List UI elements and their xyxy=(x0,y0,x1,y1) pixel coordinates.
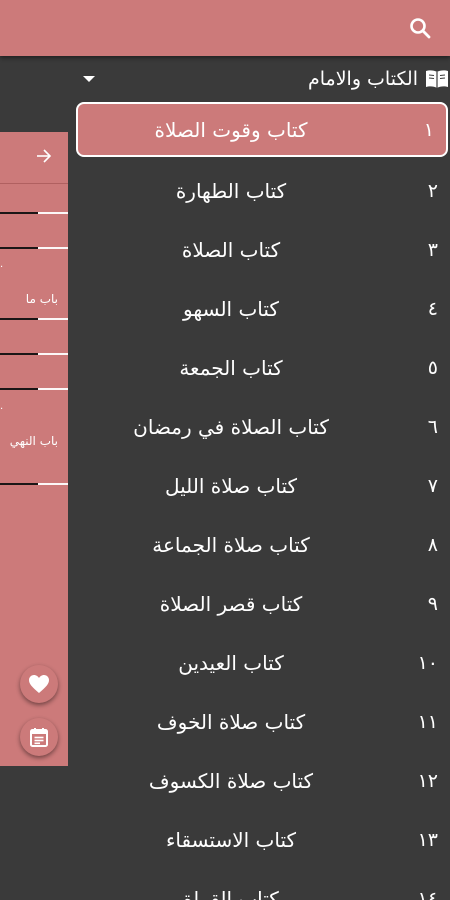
toc-item[interactable]: ٧ كتاب صلاة الليل xyxy=(76,456,450,515)
toc-item-number: ٦ xyxy=(427,415,438,438)
toc-item[interactable]: ٢ كتاب الطهارة xyxy=(76,161,450,220)
toc-item-number: ٥ xyxy=(427,356,438,379)
toc-item[interactable]: ٩ كتاب قصر الصلاة xyxy=(76,574,450,633)
search-button[interactable] xyxy=(404,12,436,44)
toc-item-number: ٧ xyxy=(427,474,438,497)
toc-item-label: كتاب الصلاة xyxy=(181,237,281,262)
toc-item-label: كتاب الجمعة xyxy=(179,355,283,380)
app-bar xyxy=(0,0,450,56)
divider xyxy=(0,388,68,390)
toc-list: ١ كتاب وقوت الصلاة ٢ كتاب الطهارة ٣ كتاب الصل… xyxy=(76,102,450,900)
toc-item-label: كتاب صلاة الجماعة xyxy=(152,532,310,557)
favorite-button[interactable] xyxy=(20,665,58,703)
toc-item-label: كتاب الاستسقاء xyxy=(165,827,297,852)
toc-item-label: كتاب القراة xyxy=(183,886,279,900)
snippet-text: باب ما xyxy=(25,292,58,306)
calendar-icon xyxy=(30,728,48,747)
toc-item-label: كتاب صلاة الليل xyxy=(164,473,298,498)
toc-item-label: كتاب صلاة الكسوف xyxy=(148,768,314,793)
toc-item-number: ٢ xyxy=(427,179,438,202)
toc-item-number: ٣ xyxy=(427,238,438,261)
toc-item[interactable]: ١٠ كتاب العيدين xyxy=(76,633,450,692)
arrow-right-icon[interactable] xyxy=(34,146,54,166)
toc-header[interactable]: الكتاب والامام xyxy=(80,62,450,96)
toc-item-number: ١٤ xyxy=(417,887,438,900)
toc-item-number: ٩ xyxy=(427,592,438,615)
toc-item[interactable]: ٣ كتاب الصلاة xyxy=(76,220,450,279)
toc-item-number: ١ xyxy=(423,118,434,141)
toc-item-label: كتاب السهو xyxy=(183,296,279,321)
toc-item-number: ٤ xyxy=(427,297,438,320)
toc-item-label: كتاب وقوت الصلاة xyxy=(154,117,308,142)
toc-item-number: ٨ xyxy=(427,533,438,556)
panel-divider xyxy=(0,183,68,184)
toc-item-label: كتاب الصلاة في رمضان xyxy=(133,414,329,439)
calendar-button[interactable] xyxy=(20,718,58,756)
book-icon xyxy=(426,70,448,88)
divider xyxy=(0,353,68,355)
divider xyxy=(0,483,68,485)
toc-item[interactable]: ١٢ كتاب صلاة الكسوف xyxy=(76,751,450,810)
bullet: · xyxy=(0,404,4,415)
heart-icon xyxy=(29,675,49,693)
toc-item[interactable]: ١٤ كتاب القراة xyxy=(76,869,450,900)
toc-item[interactable]: ١١ كتاب صلاة الخوف xyxy=(76,692,450,751)
caret-down-icon[interactable] xyxy=(83,76,95,82)
toc-item-number: ١٢ xyxy=(417,769,438,792)
toc-item[interactable]: ٥ كتاب الجمعة xyxy=(76,338,450,397)
toc-item-label: كتاب قصر الصلاة xyxy=(159,591,303,616)
search-icon xyxy=(410,18,431,39)
snippet-text: باب النهي xyxy=(9,434,58,448)
toc-item-number: ١٠ xyxy=(417,651,438,674)
toc-item[interactable]: ١٣ كتاب الاستسقاء xyxy=(76,810,450,869)
divider xyxy=(0,318,68,320)
toc-item[interactable]: ١ كتاب وقوت الصلاة xyxy=(76,102,448,157)
toc-item-label: كتاب العيدين xyxy=(178,650,284,675)
toc-item-label: كتاب صلاة الخوف xyxy=(156,709,306,734)
toc-item-number: ١٣ xyxy=(417,828,438,851)
toc-item-number: ١١ xyxy=(417,710,438,733)
toc-item-label: كتاب الطهارة xyxy=(175,178,287,203)
toc-item[interactable]: ٤ كتاب السهو xyxy=(76,279,450,338)
divider xyxy=(0,247,68,249)
divider xyxy=(0,212,68,214)
bullet: · xyxy=(0,262,4,273)
toc-item[interactable]: ٦ كتاب الصلاة في رمضان xyxy=(76,397,450,456)
toc-title: الكتاب والامام xyxy=(307,68,418,90)
toc-item[interactable]: ٨ كتاب صلاة الجماعة xyxy=(76,515,450,574)
